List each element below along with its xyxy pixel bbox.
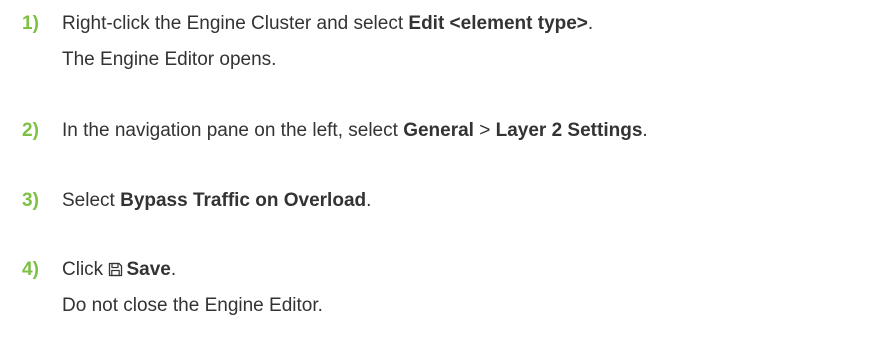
save-icon xyxy=(109,262,123,277)
step-4: 4) Click Save. Do not close the Engine E… xyxy=(22,252,323,324)
step-number: 4) xyxy=(22,259,39,280)
step-1: 1) Right-click the Engine Cluster and se… xyxy=(22,6,593,78)
instruction-text: Select xyxy=(62,190,121,211)
step-3: 3) Select Bypass Traffic on Overload. xyxy=(22,183,371,219)
ui-term-layer-2-settings: Layer 2 Settings xyxy=(495,120,643,141)
instruction-end: . xyxy=(366,190,372,211)
step-body: Right-click the Engine Cluster and selec… xyxy=(62,6,593,78)
instruction-text: In the navigation pane on the left, sele… xyxy=(62,120,404,141)
step-instruction: Right-click the Engine Cluster and selec… xyxy=(62,6,593,42)
instruction-end: . xyxy=(587,13,594,34)
ui-term-save: Save xyxy=(126,259,171,280)
step-number: 3) xyxy=(22,190,39,211)
step-body: In the navigation pane on the left, sele… xyxy=(62,113,648,149)
ui-term-edit-element-type: Edit <element type> xyxy=(408,13,588,34)
ui-term-general: General xyxy=(403,120,474,141)
step-number: 1) xyxy=(22,13,39,34)
instruction-end: . xyxy=(642,120,648,141)
step-body: Click Save. Do not close the Engine Edit… xyxy=(62,252,323,324)
step-result: Do not close the Engine Editor. xyxy=(62,295,323,316)
step-instruction: Click Save. xyxy=(62,252,323,288)
step-result: The Engine Editor opens. xyxy=(62,49,277,70)
step-2: 2) In the navigation pane on the left, s… xyxy=(22,113,648,149)
step-instruction: In the navigation pane on the left, sele… xyxy=(62,113,648,149)
ui-term-bypass-traffic-on-overload: Bypass Traffic on Overload xyxy=(120,190,367,211)
instruction-text: Right-click the Engine Cluster and selec… xyxy=(62,13,409,34)
step-number: 2) xyxy=(22,120,39,141)
procedure-steps: 1) Right-click the Engine Cluster and se… xyxy=(0,0,886,339)
step-instruction: Select Bypass Traffic on Overload. xyxy=(62,183,371,219)
instruction-text: Click xyxy=(62,259,109,280)
instruction-end: . xyxy=(170,259,177,280)
step-body: Select Bypass Traffic on Overload. xyxy=(62,183,371,219)
path-separator: > xyxy=(473,120,496,141)
